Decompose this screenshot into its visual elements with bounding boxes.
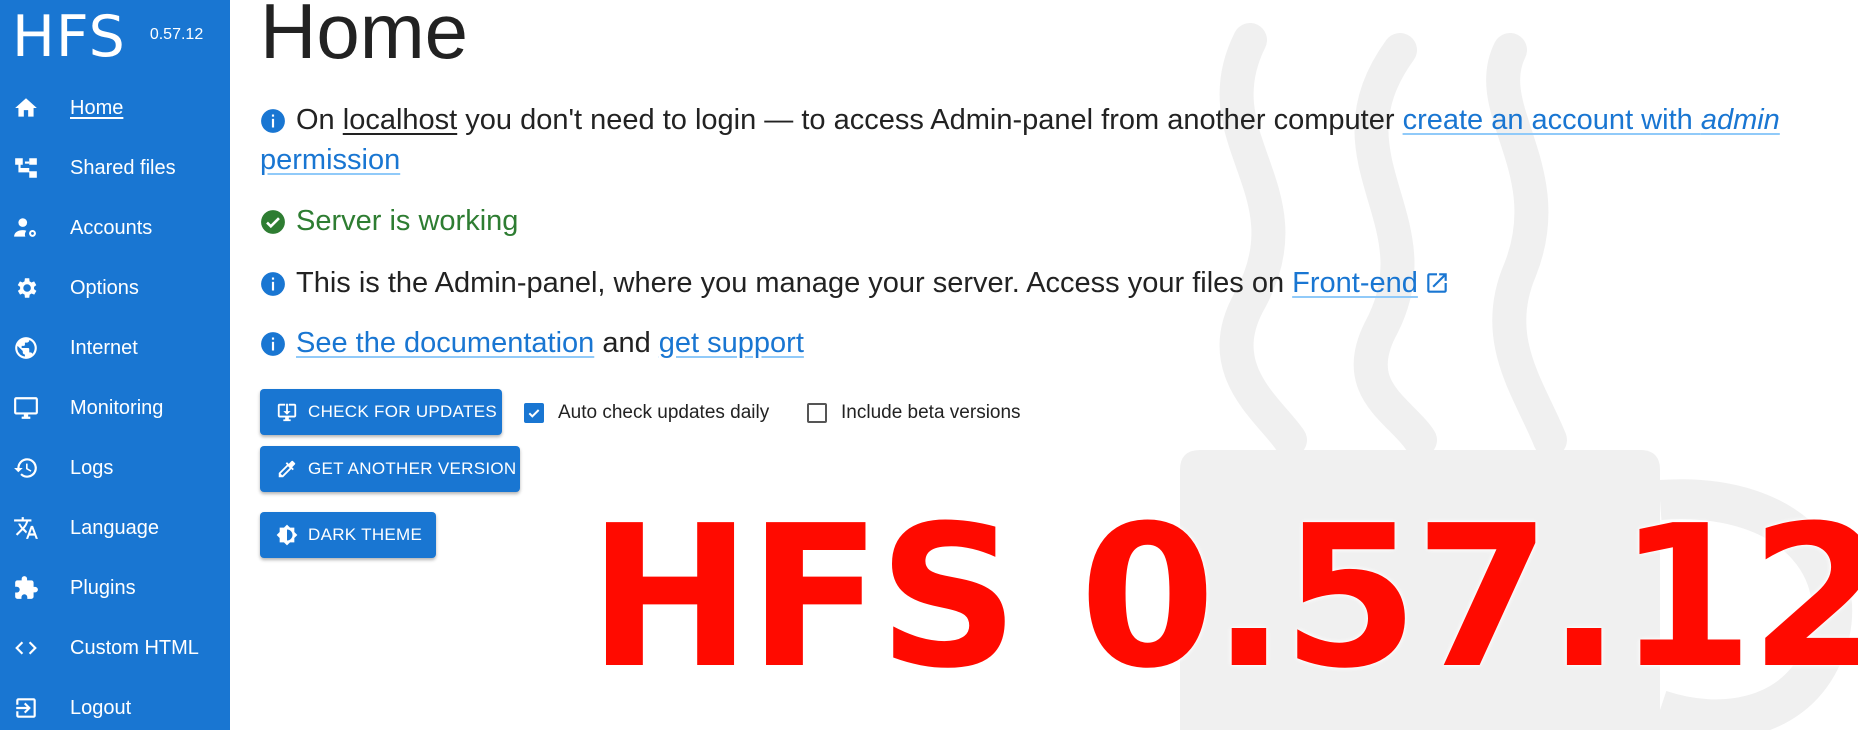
login-prefix-text: On [296,104,343,136]
button-label: CHECK FOR UPDATES [308,402,497,421]
sidebar-item-label: Home [70,96,124,119]
sidebar-item-options[interactable]: Options [0,258,230,318]
info-icon [261,109,285,133]
get-support-link[interactable]: get support [659,327,804,359]
eyedropper-icon [278,460,296,478]
status-text: Server is working [296,205,519,237]
sidebar-item-home[interactable]: Home [0,78,230,138]
admin-text: This is the Admin-panel, where you manag… [296,267,1293,299]
open-in-new-icon[interactable] [1424,270,1450,296]
sidebar-nav: Home Shared files Accounts Options Inter… [0,78,230,738]
sidebar-item-custom-html[interactable]: Custom HTML [0,618,230,678]
check-circle-icon [261,210,285,234]
documentation-link[interactable]: See the documentation [296,327,594,359]
sidebar-item-label: Monitoring [70,396,164,419]
sidebar-item-label: Logs [70,456,114,479]
sidebar-item-language[interactable]: Language [0,498,230,558]
dark-theme-button[interactable]: DARK THEME [260,512,436,558]
account-settings-icon [12,214,40,242]
theme-brightness-icon [276,524,298,546]
page-title: Home [260,0,469,75]
brand: HFS 0.57.12 [12,2,203,72]
home-icon [12,94,40,122]
sidebar-item-monitoring[interactable]: Monitoring [0,378,230,438]
sidebar-item-plugins[interactable]: Plugins [0,558,230,618]
check-for-updates-button[interactable]: CHECK FOR UPDATES [260,389,502,435]
sidebar-item-shared-files[interactable]: Shared files [0,138,230,198]
checkbox-label: Include beta versions [841,402,1021,423]
sidebar-item-label: Logout [70,696,132,719]
puzzle-icon [12,574,40,602]
checkbox-box[interactable] [807,403,827,423]
sidebar-item-label: Custom HTML [70,636,199,659]
sidebar-item-logout[interactable]: Logout [0,678,230,738]
logout-icon [12,694,40,722]
monitor-icon [12,394,40,422]
login-info-message: On localhost you don't need to login — t… [260,100,1850,180]
sidebar-item-internet[interactable]: Internet [0,318,230,378]
localhost-text: localhost [342,104,458,136]
checkbox-box[interactable] [524,403,544,423]
sidebar-item-logs[interactable]: Logs [0,438,230,498]
link-em-text: admin [1700,104,1780,136]
sidebar-item-label: Shared files [70,156,176,179]
button-label: DARK THEME [308,525,423,544]
auto-check-checkbox[interactable]: Auto check updates daily [524,402,769,424]
tree-icon [12,154,40,182]
code-icon [12,634,40,662]
login-middle-text: you don't need to login — to access Admi… [457,104,1403,136]
sidebar-item-label: Plugins [70,576,136,599]
version-overlay-caption: HFS 0.57.12 [588,484,1858,712]
button-label: GET ANOTHER VERSION [308,459,517,478]
docs-message: See the documentation and get support [260,323,804,363]
sidebar-item-label: Internet [70,336,138,359]
app-version: 0.57.12 [149,26,204,43]
info-icon [261,272,285,296]
docs-middle-text: and [594,327,659,359]
front-end-link[interactable]: Front-end [1292,267,1418,299]
server-status-message: Server is working [260,201,518,241]
get-another-version-button[interactable]: GET ANOTHER VERSION [260,446,520,492]
checkbox-label: Auto check updates daily [558,402,770,423]
download-screen-icon [277,403,297,422]
link-text: create an account with [1402,104,1701,136]
app-logo-name: HFS [12,4,126,70]
sidebar: HFS 0.57.12 Home Shared files Accounts O… [0,0,230,730]
check-icon [528,409,540,418]
beta-versions-checkbox[interactable]: Include beta versions [807,402,1021,424]
info-icon [261,332,285,356]
sidebar-item-label: Options [70,276,139,299]
sidebar-item-accounts[interactable]: Accounts [0,198,230,258]
gear-icon [12,274,40,302]
history-icon [12,454,40,482]
sidebar-item-label: Accounts [70,216,153,239]
link-end-text: permission [260,144,401,176]
sidebar-item-label: Language [70,516,159,539]
admin-panel-message: This is the Admin-panel, where you manag… [260,263,1450,303]
globe-icon [12,334,40,362]
translate-icon [12,514,40,542]
